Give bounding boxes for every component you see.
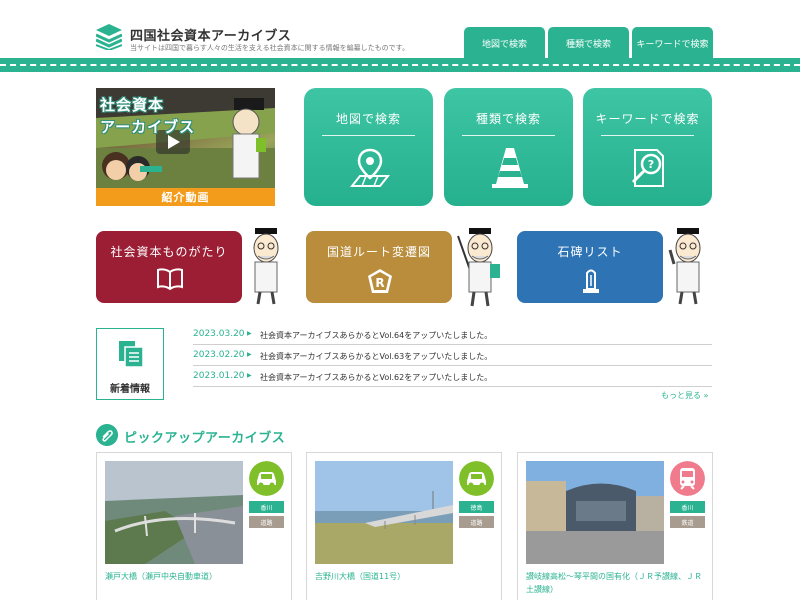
documents-icon [119,341,144,368]
card-caption[interactable]: 吉野川大橋（国道11号） [315,570,495,583]
arrow-right-icon: ▶ [247,330,252,337]
monument-list-button[interactable]: 石碑リスト [517,231,663,303]
prefecture-badge: 香川 [249,501,284,513]
prefecture-badge: 徳島 [459,501,494,513]
category-badge: 鉄道 [670,516,705,528]
news-date: 2023.01.20 [193,371,245,381]
header-stripe-dash [0,64,800,66]
pickup-title: ピックアップアーカイブス [124,431,286,446]
more-news-link[interactable]: もっと見る » [661,390,708,401]
route-map-label: 国道ルート変遷図 [326,245,431,259]
paperclip-icon [96,424,118,446]
divider [322,135,415,136]
news-label-box: 新着情報 [96,328,164,400]
logo-icon[interactable] [96,24,122,50]
professor-icon [457,228,500,307]
arrow-right-icon: ▶ [247,351,252,358]
site-header: 四国社会資本アーカイブス 当サイトは四国で暮らす人々の生活を支える社会資本に関す… [0,0,800,72]
category-badge: 道路 [459,516,494,528]
professor-icon [668,228,701,305]
monument-icon [583,269,599,293]
card-caption[interactable]: 瀬戸大橋（瀬戸中央自動車道） [105,570,285,583]
car-icon [459,461,494,496]
pickup-card[interactable]: 香川 鉄道 讃岐線高松～琴平間の国有化（ＪＲ予讃線、ＪＲ土讃線） [517,452,713,600]
card-photo[interactable] [526,461,664,564]
type-search-label: 種類で検索 [475,112,541,126]
map-pin-icon [349,148,391,187]
pickup-card[interactable]: 香川 道路 瀬戸大橋（瀬戸中央自動車道） [96,452,292,600]
news-date: 2023.02.20 [193,350,245,360]
news-text[interactable]: 社会資本アーカイブスあらかるとVol.63をアップいたしました。 [260,351,492,362]
book-icon [157,268,183,291]
divider [462,135,555,136]
tab-keyword-search[interactable]: キーワードで検索 [632,27,713,59]
route-sign-icon: R [368,269,392,293]
category-badge: 道路 [249,516,284,528]
tab-type-search[interactable]: 種類で検索 [548,27,629,59]
card-photo[interactable] [105,461,243,564]
news-item[interactable]: 2023.03.20 ▶ 社会資本アーカイブスあらかるとVol.64をアップいた… [193,324,712,345]
map-search-label: 地図で検索 [335,112,401,126]
news-item[interactable]: 2023.02.20 ▶ 社会資本アーカイブスあらかるとVol.63をアップいた… [193,345,712,366]
video-badge [140,166,162,172]
news-date: 2023.03.20 [193,329,245,339]
card-caption[interactable]: 讃岐線高松～琴平間の国有化（ＪＲ予讃線、ＪＲ土讃線） [526,570,706,596]
keyword-search-button[interactable]: キーワードで検索 ? [583,88,712,206]
professor-icon [253,228,279,305]
news-text[interactable]: 社会資本アーカイブスあらかるとVol.64をアップいたしました。 [260,330,492,341]
divider [601,135,694,136]
video-caption[interactable]: 紹介動画 [96,188,275,206]
keyword-search-label: キーワードで検索 [595,112,700,126]
search-document-icon: ? [631,149,664,187]
news-label: 新着情報 [110,384,150,395]
prefecture-badge: 香川 [670,501,705,513]
card-photo[interactable] [315,461,453,564]
news-item[interactable]: 2023.01.20 ▶ 社会資本アーカイブスあらかるとVol.62をアップいた… [193,366,712,387]
map-search-button[interactable]: 地図で検索 [304,88,433,206]
svg-text:?: ? [648,158,654,171]
story-label: 社会資本ものがたり [110,245,228,259]
train-icon [670,461,705,496]
arrow-right-icon: ▶ [247,372,252,379]
svg-text:R: R [375,276,384,290]
car-icon [249,461,284,496]
monument-list-label: 石碑リスト [557,245,623,259]
route-map-button[interactable]: 国道ルート変遷図 R [306,231,452,303]
traffic-cone-icon [492,148,528,188]
type-search-button[interactable]: 種類で検索 [444,88,573,206]
site-title[interactable]: 四国社会資本アーカイブス [130,25,291,44]
pickup-card[interactable]: 徳島 道路 吉野川大橋（国道11号） [306,452,502,600]
story-button[interactable]: 社会資本ものがたり [96,231,242,303]
video-title: 社会資本 アーカイブス [100,96,196,136]
site-description: 当サイトは四国で暮らす人々の生活を支える社会資本に関する情報を編纂したものです。 [130,44,409,52]
intro-video[interactable]: 社会資本 アーカイブス 紹介動画 [96,88,275,206]
tab-map-search[interactable]: 地図で検索 [464,27,545,59]
news-text[interactable]: 社会資本アーカイブスあらかるとVol.62をアップいたしました。 [260,372,492,383]
